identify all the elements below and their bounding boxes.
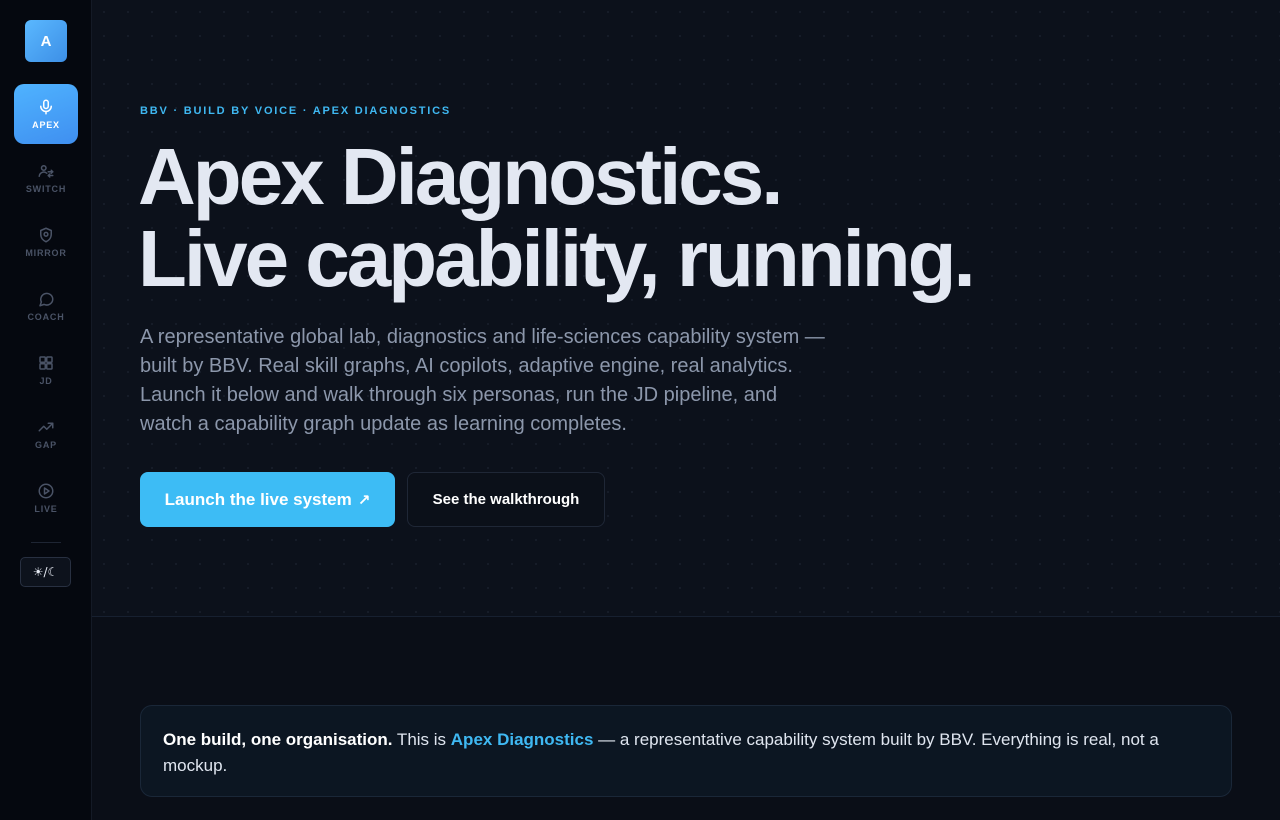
- mic-icon: [37, 98, 55, 116]
- headline-line-1: Apex Diagnostics.: [138, 132, 784, 221]
- hero-headline: Apex Diagnostics. Live capability, runni…: [138, 132, 976, 303]
- callout-text-before: This is: [392, 730, 451, 749]
- sidebar-item-mirror[interactable]: MIRROR: [14, 212, 78, 272]
- sidebar-item-gap[interactable]: GAP: [14, 404, 78, 464]
- hero-description: A representative global lab, diagnostics…: [140, 326, 825, 435]
- sidebar-item-label: GAP: [35, 440, 57, 450]
- sidebar-item-coach[interactable]: COACH: [14, 276, 78, 336]
- app-logo[interactable]: A: [25, 20, 67, 62]
- sidebar-item-live[interactable]: LIVE: [14, 468, 78, 528]
- launch-button-label: Launch the live system: [164, 489, 352, 509]
- sidebar-item-apex[interactable]: APEX: [14, 84, 78, 144]
- play-circle-icon: [37, 482, 55, 500]
- theme-toggle-button[interactable]: ☀/☾: [20, 557, 71, 587]
- hero-section: BBV · BUILD BY VOICE · APEX DIAGNOSTICS …: [92, 0, 1280, 617]
- shield-icon: [37, 226, 55, 244]
- sidebar-item-label: LIVE: [34, 504, 58, 514]
- sidebar-item-jd[interactable]: JD: [14, 340, 78, 400]
- sidebar-item-label: SWITCH: [25, 184, 67, 194]
- sidebar-item-switch[interactable]: SWITCH: [14, 148, 78, 208]
- sidebar: A APEX SWITCH MIRROR COACH JD GAP LIVE ☀…: [0, 0, 92, 820]
- trend-up-icon: [37, 418, 55, 436]
- launch-live-system-button[interactable]: Launch the live system ↗: [140, 472, 395, 527]
- arrow-up-right-icon: ↗: [357, 490, 371, 509]
- users-switch-icon: [37, 162, 55, 180]
- sidebar-item-label: JD: [39, 376, 53, 386]
- intro-callout: One build, one organisation. This is Ape…: [140, 705, 1232, 797]
- sidebar-item-label: COACH: [27, 312, 65, 322]
- headline-line-2: Live capability, running.: [138, 214, 976, 303]
- see-walkthrough-button[interactable]: See the walkthrough: [407, 472, 605, 527]
- sidebar-divider: [31, 542, 61, 543]
- callout-highlight: Apex Diagnostics: [450, 730, 594, 749]
- chat-bubble-icon: [37, 290, 55, 308]
- callout-lead: One build, one organisation.: [163, 730, 393, 749]
- hero-eyebrow: BBV · BUILD BY VOICE · APEX DIAGNOSTICS: [140, 105, 452, 117]
- grid-icon: [37, 354, 55, 372]
- sidebar-item-label: MIRROR: [25, 248, 67, 258]
- sidebar-item-label: APEX: [32, 120, 60, 130]
